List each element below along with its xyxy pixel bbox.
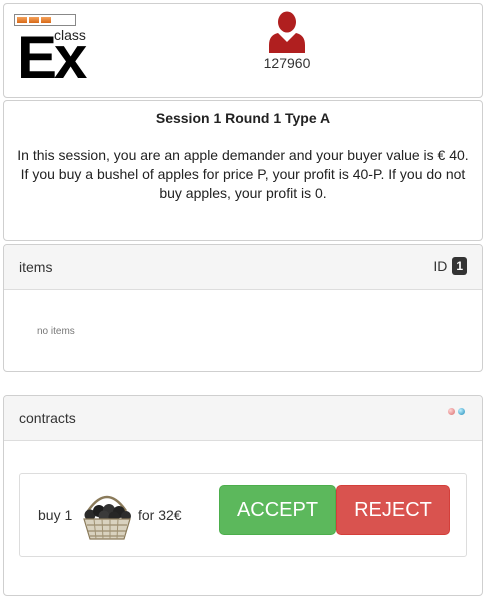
contracts-panel: contracts buy 1 for 32€ ACCEPT REJECT (3, 395, 483, 596)
user-id: 127960 (263, 55, 311, 71)
id-badge: 1 (452, 257, 467, 275)
red-dot-icon (448, 408, 455, 415)
logo-text-main: Ex (17, 24, 87, 91)
contract-offer: buy 1 for 32€ ACCEPT REJECT (19, 473, 467, 557)
contract-price: for 32€ (138, 507, 182, 523)
user-block: 127960 (237, 4, 337, 84)
connection-status (448, 408, 465, 415)
items-heading-label: items (19, 259, 53, 275)
session-description: In this session, you are an apple demand… (4, 146, 482, 203)
items-heading: items ID 1 (4, 245, 482, 290)
reject-button[interactable]: REJECT (336, 485, 450, 535)
accept-button[interactable]: ACCEPT (219, 485, 336, 535)
id-label: ID (433, 258, 448, 274)
user-icon (269, 11, 305, 53)
contract-prefix: buy 1 (38, 507, 73, 523)
blue-dot-icon (458, 408, 465, 415)
classex-logo: class Ex (14, 14, 96, 92)
header-panel: class Ex 127960 (3, 3, 483, 98)
contracts-heading: contracts (4, 396, 482, 441)
id-indicator: ID 1 (433, 257, 467, 275)
items-empty-text: no items (37, 326, 75, 337)
session-info-panel: Session 1 Round 1 Type A In this session… (3, 100, 483, 241)
apple-basket-icon (83, 495, 131, 540)
session-title: Session 1 Round 1 Type A (155, 110, 331, 126)
items-panel: items ID 1 no items (3, 244, 483, 372)
contracts-heading-label: contracts (19, 410, 76, 426)
session-description-line-1: In this session, you are an apple demand… (17, 147, 469, 163)
session-description-line-2: If you buy a bushel of apples for price … (20, 166, 466, 201)
